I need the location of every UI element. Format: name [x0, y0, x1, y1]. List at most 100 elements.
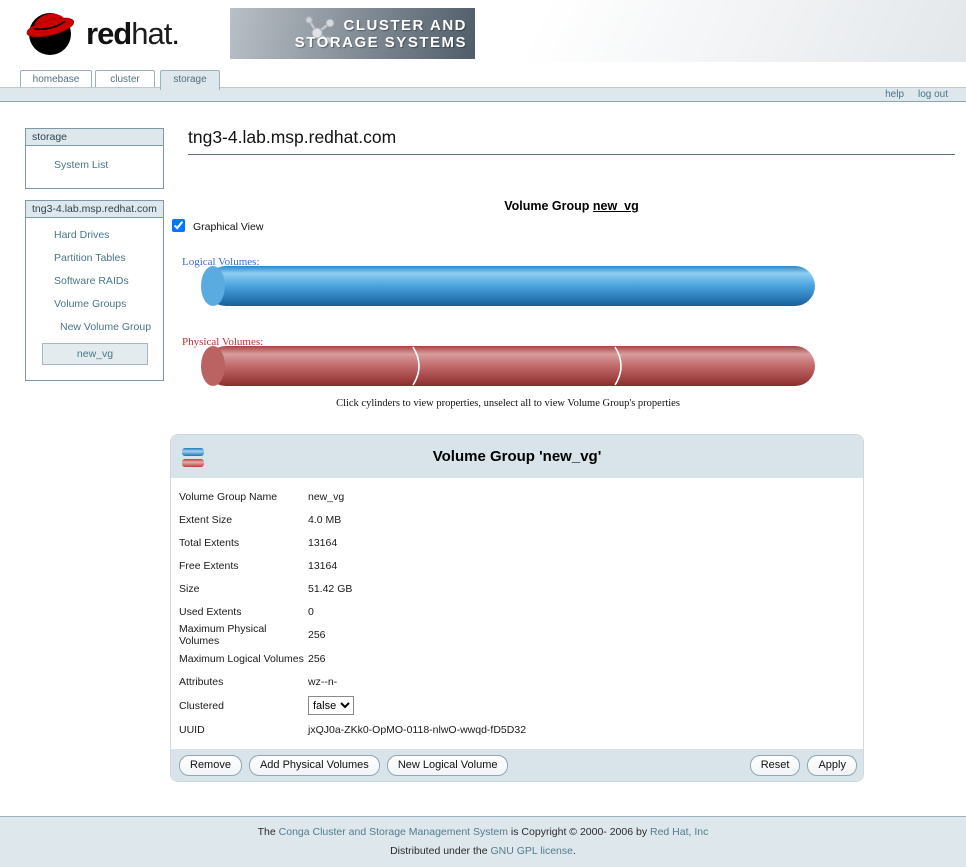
vg-heading-prefix: Volume Group — [504, 199, 593, 213]
logout-link[interactable]: log out — [918, 88, 948, 101]
banner-line2: STORAGE SYSTEMS — [295, 34, 467, 51]
panel-title: Volume Group 'new_vg' — [171, 435, 863, 478]
new-logical-volume-button[interactable]: New Logical Volume — [387, 755, 509, 776]
property-label: Used Extents — [179, 606, 308, 618]
banner-title: CLUSTER AND STORAGE SYSTEMS — [295, 17, 467, 51]
banner-line1: CLUSTER AND — [295, 17, 467, 34]
apply-button[interactable]: Apply — [807, 755, 857, 776]
conga-link[interactable]: Conga Cluster and Storage Management Sys… — [279, 826, 508, 838]
vg-heading-name: new_vg — [593, 199, 639, 213]
sidebar-item-partition-tables[interactable]: Partition Tables — [26, 247, 163, 270]
property-row: Used Extents0 — [171, 600, 863, 623]
gnu-gpl-link[interactable]: GNU GPL license — [491, 845, 573, 857]
add-physical-volumes-button[interactable]: Add Physical Volumes — [249, 755, 380, 776]
sidebar-item-volume-groups[interactable]: Volume Groups — [26, 293, 163, 316]
redhat-wordmark: redhat. — [86, 16, 179, 52]
page-title: tng3-4.lab.msp.redhat.com — [188, 127, 955, 155]
property-row: Volume Group Namenew_vg — [171, 485, 863, 508]
property-label: Maximum Logical Volumes — [179, 653, 308, 665]
tab-cluster[interactable]: cluster — [95, 70, 155, 88]
tab-homebase[interactable]: homebase — [20, 70, 92, 88]
sidebar-storage-title: storage — [26, 129, 163, 146]
volume-group-icon — [181, 445, 207, 469]
button-group-left: Remove Add Physical Volumes New Logical … — [179, 755, 508, 776]
property-label: Free Extents — [179, 560, 308, 572]
property-row-uuid: UUIDjxQJ0a-ZKk0-OpMO-0118-nlwO-wwqd-fD5D… — [171, 718, 863, 741]
sidebar-item-software-raids[interactable]: Software RAIDs — [26, 270, 163, 293]
property-value: 256 — [308, 629, 863, 641]
page-footer: The Conga Cluster and Storage Management… — [0, 816, 966, 867]
property-value: jxQJ0a-ZKk0-OpMO-0118-nlwO-wwqd-fD5D32 — [308, 724, 863, 736]
sidebar-item-hard-drives[interactable]: Hard Drives — [26, 224, 163, 247]
license-line: Distributed under the GNU GPL license. — [0, 845, 966, 857]
property-row: Total Extents13164 — [171, 531, 863, 554]
property-label: Total Extents — [179, 537, 308, 549]
property-row: Size51.42 GB — [171, 577, 863, 600]
brand-bold: red — [86, 16, 131, 51]
sidebar-system-title: tng3-4.lab.msp.redhat.com — [26, 201, 163, 218]
sidebar-system-box: tng3-4.lab.msp.redhat.com Hard Drives Pa… — [25, 200, 164, 381]
copyright-line: The Conga Cluster and Storage Management… — [0, 826, 966, 838]
property-label: Size — [179, 583, 308, 595]
app-header: redhat. CLUSTER AND STORAGE SYSTEMS — [0, 0, 966, 62]
property-value: 51.42 GB — [308, 583, 863, 595]
software-raids-link[interactable]: Software RAIDs — [54, 270, 163, 293]
property-value: 4.0 MB — [308, 514, 863, 526]
property-value: 0 — [308, 606, 863, 618]
physical-volume-cylinder[interactable] — [200, 345, 816, 387]
sidebar-item-new-vg-selected[interactable]: new_vg — [42, 343, 148, 365]
panel-header: Volume Group 'new_vg' — [171, 435, 863, 478]
reset-button[interactable]: Reset — [750, 755, 801, 776]
help-link[interactable]: help — [885, 88, 904, 101]
property-row-clustered: Clustered false — [171, 693, 863, 718]
tab-storage[interactable]: storage — [160, 70, 220, 90]
sidebar-storage-box: storage System List — [25, 128, 164, 189]
partition-tables-link[interactable]: Partition Tables — [54, 247, 163, 270]
property-label: Attributes — [179, 676, 308, 688]
redhat-logo: redhat. — [22, 4, 232, 60]
sidebar-item-new-volume-group[interactable]: New Volume Group — [26, 316, 163, 339]
panel-body: Volume Group Namenew_vg Extent Size4.0 M… — [171, 478, 863, 745]
property-label: UUID — [179, 724, 308, 736]
cluster-storage-banner: CLUSTER AND STORAGE SYSTEMS — [230, 8, 475, 59]
graphical-view-checkbox[interactable] — [172, 219, 185, 232]
property-row: Free Extents13164 — [171, 554, 863, 577]
brand-dot: . — [171, 16, 179, 51]
property-row: Extent Size4.0 MB — [171, 508, 863, 531]
redhat-fedora-icon — [22, 4, 78, 60]
help-bar: help log out — [0, 87, 966, 102]
panel-footer: Remove Add Physical Volumes New Logical … — [171, 749, 863, 781]
copyright-pre: The — [258, 826, 279, 838]
logical-volume-cylinder[interactable] — [200, 265, 816, 307]
property-row: Maximum Physical Volumes256 — [171, 623, 863, 647]
vg-heading: Volume Group new_vg — [188, 199, 955, 213]
hard-drives-link[interactable]: Hard Drives — [54, 224, 163, 247]
volume-group-panel: Volume Group 'new_vg' Volume Group Namen… — [170, 434, 864, 782]
property-value: wz--n- — [308, 676, 863, 688]
sidebar-system-list: Hard Drives Partition Tables Software RA… — [26, 218, 163, 365]
property-row: Maximum Logical Volumes256 — [171, 647, 863, 670]
property-label: Volume Group Name — [179, 491, 308, 503]
clustered-select[interactable]: false — [308, 696, 354, 715]
new-vg-link[interactable]: new_vg — [43, 344, 147, 364]
button-group-right: Reset Apply — [750, 755, 857, 776]
property-label: Clustered — [179, 700, 308, 712]
new-volume-group-link[interactable]: New Volume Group — [60, 316, 163, 339]
property-label: Maximum Physical Volumes — [179, 623, 308, 647]
property-value: new_vg — [308, 491, 863, 503]
property-row: Attributeswz--n- — [171, 670, 863, 693]
remove-button[interactable]: Remove — [179, 755, 242, 776]
property-label: Extent Size — [179, 514, 308, 526]
brand-light: hat — [131, 16, 171, 51]
cylinder-caption: Click cylinders to view properties, unse… — [200, 398, 816, 409]
copyright-mid: is Copyright © 2000- 2006 by — [508, 826, 650, 838]
property-value: false — [308, 696, 863, 715]
license-post: . — [573, 845, 576, 857]
property-value: 13164 — [308, 537, 863, 549]
redhat-link[interactable]: Red Hat, Inc — [650, 826, 708, 838]
graphical-view-label[interactable]: Graphical View — [193, 221, 263, 233]
license-pre: Distributed under the — [390, 845, 490, 857]
property-value: 13164 — [308, 560, 863, 572]
volume-groups-link[interactable]: Volume Groups — [54, 293, 163, 316]
sidebar-item-system-list[interactable]: System List — [54, 159, 163, 171]
